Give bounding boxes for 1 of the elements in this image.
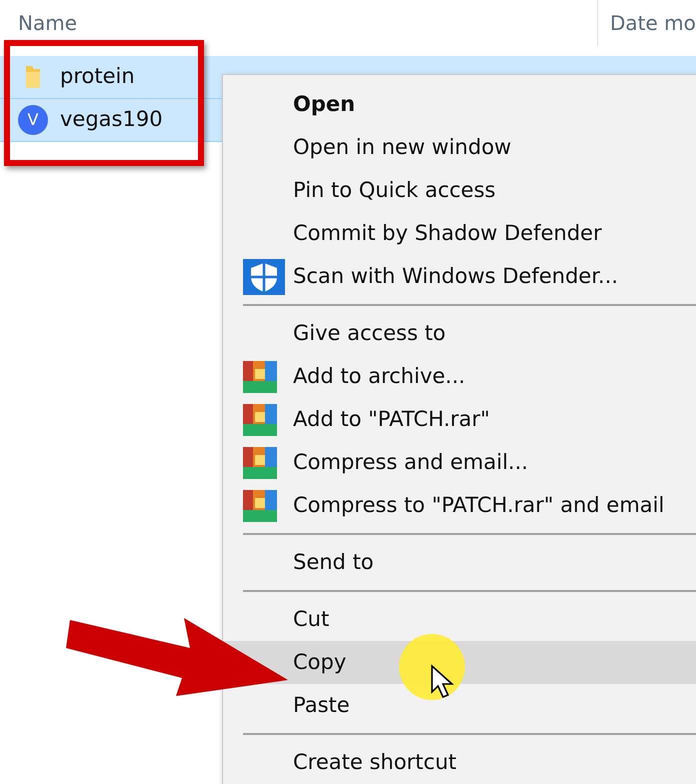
app-icon: V [18,105,48,135]
